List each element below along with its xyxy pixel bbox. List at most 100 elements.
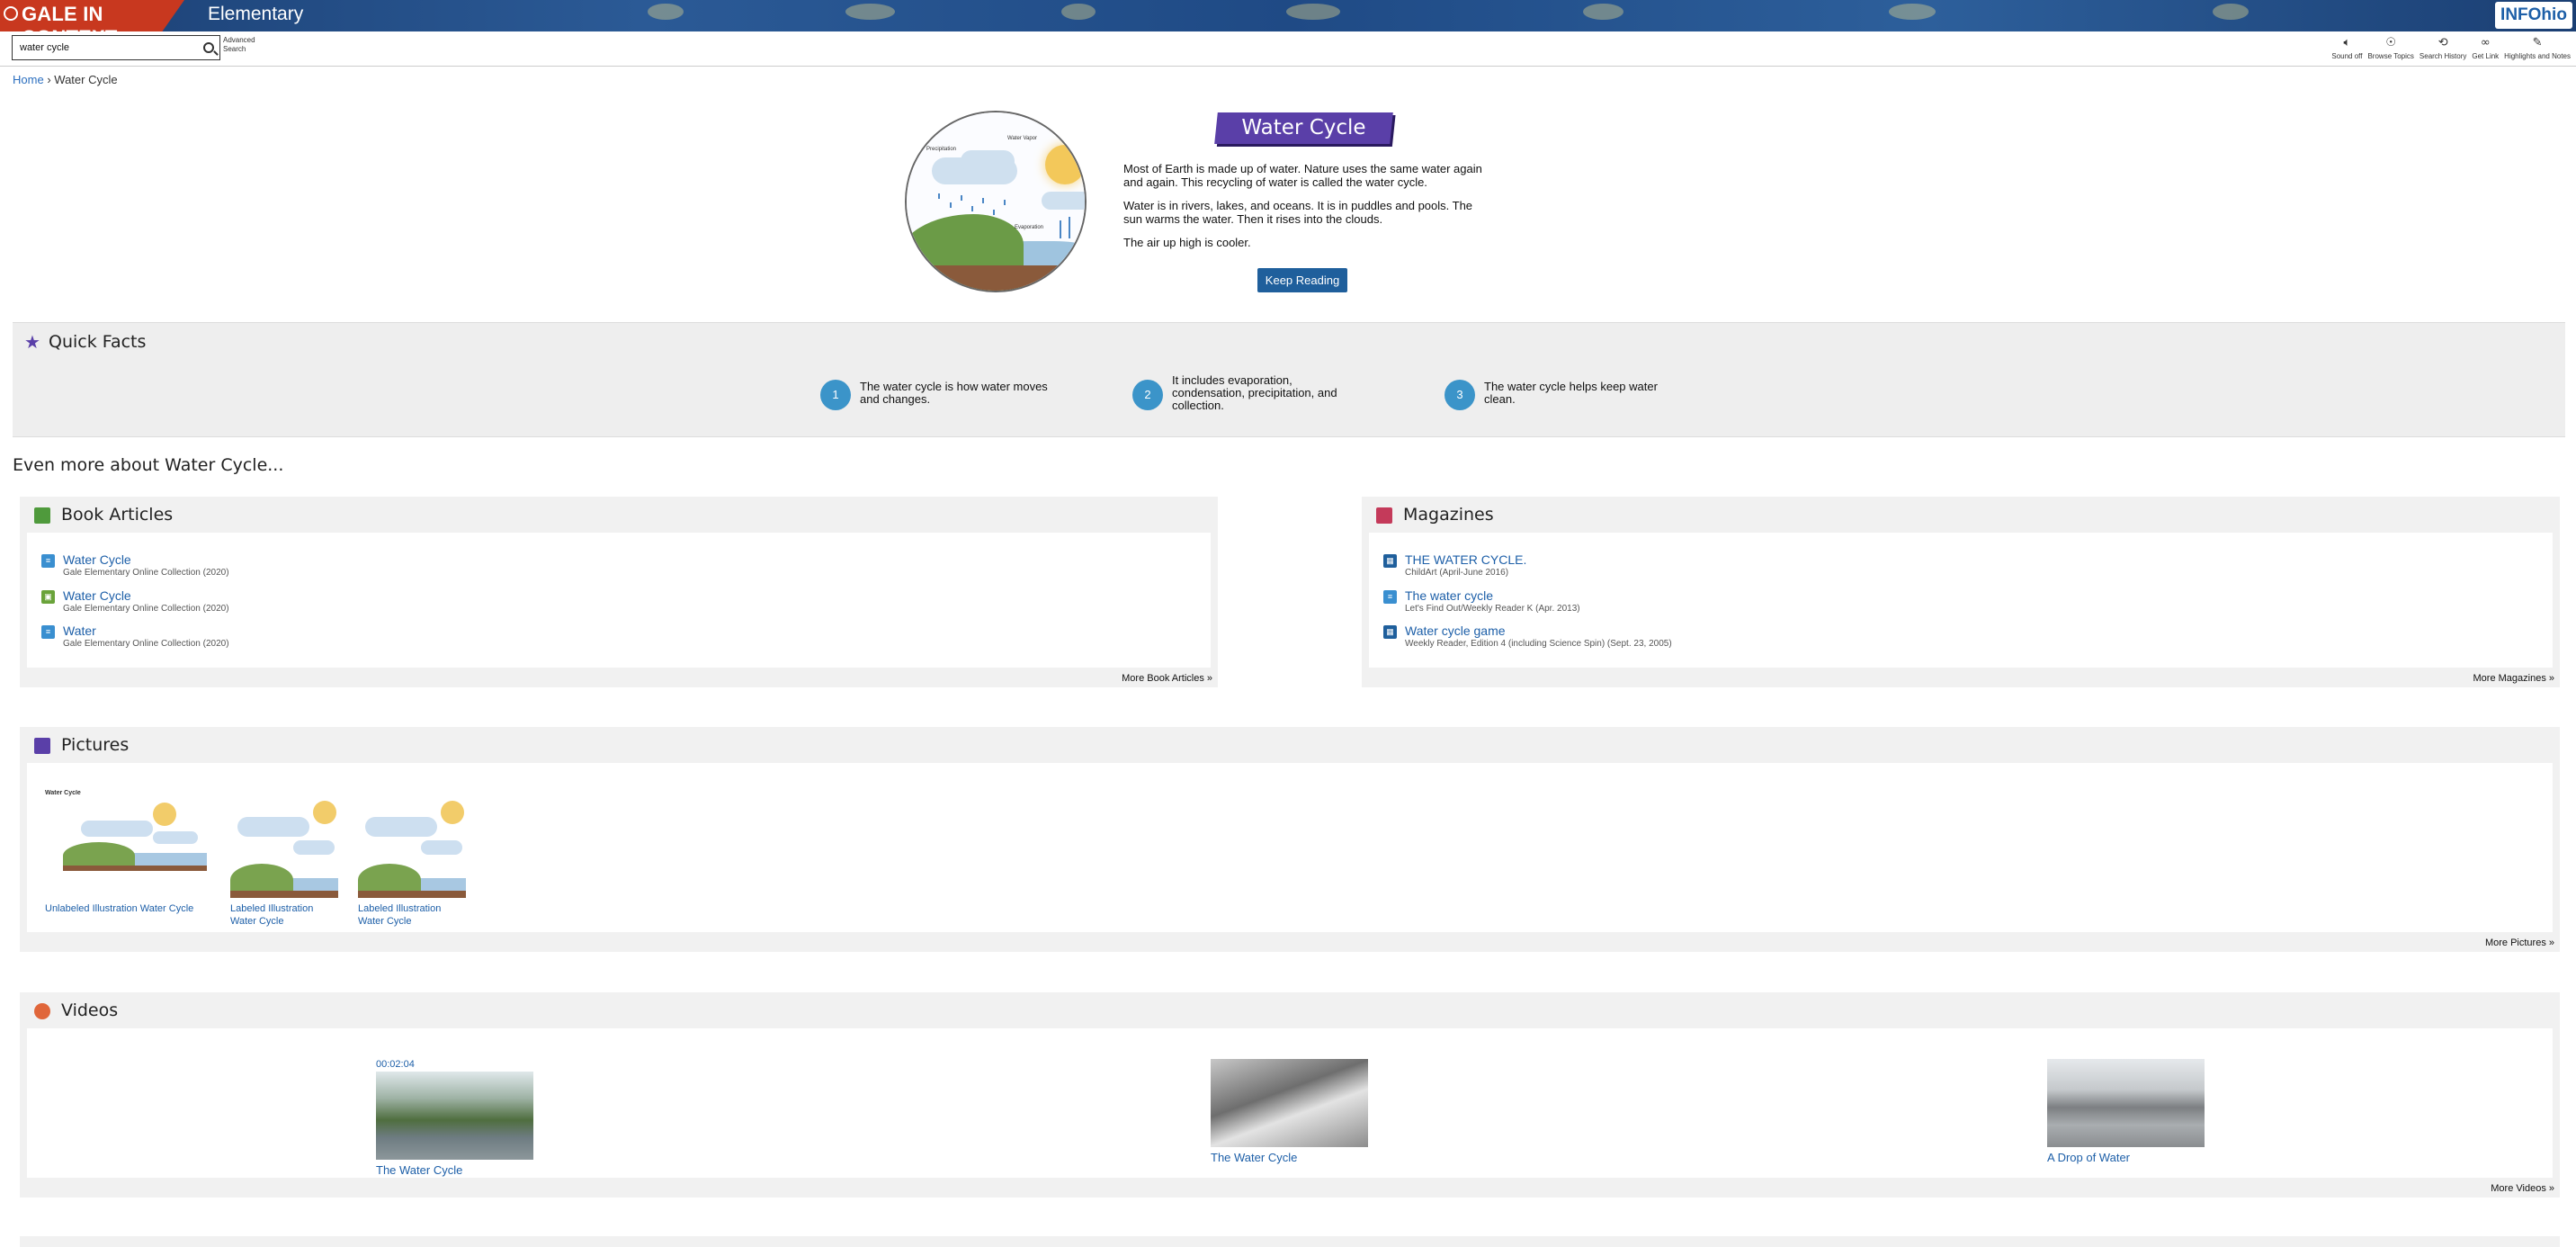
video-thumbnail[interactable] (2047, 1059, 2205, 1147)
rain-drop (971, 206, 973, 211)
fact-number: 2 (1132, 380, 1163, 410)
picture-caption-link[interactable]: Labeled Illustration Water Cycle (358, 902, 448, 928)
soil-layer (907, 265, 1085, 291)
article-icon: ≡ (41, 554, 55, 568)
video-thumbnail[interactable] (1211, 1059, 1368, 1147)
evaporation-arrow (1069, 217, 1070, 238)
water-cycle-illustration: Precipitation Water Vapor Evaporation (905, 111, 1087, 292)
brand-name: GALE IN CONTEXT (22, 3, 117, 31)
picture-thumbnail[interactable] (230, 801, 338, 898)
more-magazines-link[interactable]: More Magazines » (2473, 673, 2555, 684)
panel-title: Videos (61, 1000, 119, 1020)
partner-logo[interactable]: INFOhio (2495, 2, 2572, 29)
search-icon[interactable] (203, 42, 214, 53)
cloud-shape (1042, 192, 1085, 210)
magazine-link[interactable]: The water cycle (1405, 588, 1493, 603)
cloud-shape (365, 817, 437, 837)
breadcrumb-separator: › (47, 73, 51, 86)
fact-text: It includes evaporation, condensation, p… (1172, 373, 1337, 412)
brand-logo[interactable]: GALE IN CONTEXT (0, 0, 184, 31)
summary-paragraph: The air up high is cooler. (1123, 236, 1251, 249)
toolbar: Advanced Search 🔈︎ Sound off ☉ Browse To… (0, 31, 2576, 67)
quick-facts-section: ★ Quick Facts 1 The water cycle is how w… (13, 322, 2565, 437)
article-link[interactable]: Water Cycle (63, 552, 131, 567)
breadcrumb-home[interactable]: Home (13, 73, 44, 86)
video-title-link[interactable]: The Water Cycle (376, 1163, 462, 1177)
header-decoration (1061, 4, 1096, 20)
quick-fact-item: 2 It includes evaporation, condensation,… (1132, 374, 1352, 412)
highlights-notes-button[interactable]: ✎ Highlights and Notes (2504, 34, 2571, 60)
magazine-source: ChildArt (April-June 2016) (1405, 568, 1509, 578)
evaporation-arrow (1060, 220, 1061, 238)
magazines-panel: Magazines ▦ THE WATER CYCLE. ChildArt (A… (1362, 497, 2560, 687)
magazine-link[interactable]: THE WATER CYCLE. (1405, 552, 1526, 567)
picture-caption-link[interactable]: Unlabeled Illustration Water Cycle (45, 902, 207, 915)
rain-drop (982, 198, 984, 203)
summary-paragraph: Most of Earth is made up of water. Natur… (1123, 162, 1482, 189)
sun-icon (441, 801, 464, 824)
summary-paragraph: Water is in rivers, lakes, and oceans. I… (1123, 199, 1473, 226)
video-title-link[interactable]: The Water Cycle (1211, 1151, 1297, 1164)
header-decoration (1889, 4, 1936, 20)
breadcrumb: Home › Water Cycle (13, 73, 118, 86)
edition-label: Elementary (208, 4, 304, 24)
get-link-button[interactable]: ∞ Get Link (2472, 34, 2499, 60)
precipitation-label: Precipitation (926, 147, 957, 152)
magazine-item-icon: ≡ (1383, 590, 1397, 604)
water-body (126, 853, 207, 866)
advanced-search-link[interactable]: Advanced Search (223, 36, 255, 54)
cloud-shape (237, 817, 309, 837)
picture-caption-link[interactable]: Labeled Illustration Water Cycle (230, 902, 320, 928)
more-pictures-link[interactable]: More Pictures » (2485, 937, 2554, 948)
magazine-source: Let's Find Out/Weekly Reader K (Apr. 201… (1405, 604, 1580, 614)
search-history-button[interactable]: ⟲ Search History (2419, 34, 2466, 60)
star-icon: ★ (24, 331, 40, 353)
history-icon: ⟲ (2437, 36, 2448, 49)
search-input[interactable] (13, 36, 192, 59)
picture-thumbnail[interactable]: Water Cycle (45, 790, 207, 871)
fact-number: 3 (1445, 380, 1475, 410)
tool-label: Sound off (2331, 52, 2363, 60)
browse-topics-button[interactable]: ☉ Browse Topics (2367, 34, 2413, 60)
article-link[interactable]: Water (63, 624, 96, 638)
panel-title: Pictures (61, 735, 130, 755)
panel-title: Book Articles (61, 505, 174, 525)
thumbnail-heading: Water Cycle (45, 790, 81, 796)
page-title: Water Cycle (1241, 116, 1366, 139)
sound-off-button[interactable]: 🔈︎ Sound off (2331, 34, 2362, 60)
tool-label: Browse Topics (2367, 52, 2414, 60)
magazine-source: Weekly Reader, Edition 4 (including Scie… (1405, 639, 1672, 649)
rain-drop (1004, 200, 1006, 205)
article-link[interactable]: Water Cycle (63, 588, 131, 603)
advanced-search-line1: Advanced (223, 36, 255, 44)
evaporation-label: Evaporation (1015, 225, 1044, 230)
tool-label: Search History (2419, 52, 2467, 60)
picture-thumbnail[interactable] (358, 801, 466, 898)
more-videos-link[interactable]: More Videos » (2491, 1183, 2554, 1194)
keep-reading-button[interactable]: Keep Reading (1257, 268, 1347, 292)
header-decoration (1583, 4, 1623, 20)
sun-icon (313, 801, 336, 824)
pictures-panel: Pictures Water Cycle Unlabeled Illustrat… (20, 727, 2560, 952)
more-book-articles-link[interactable]: More Book Articles » (1122, 673, 1212, 684)
soil-layer (63, 866, 207, 871)
magazine-item-icon: ▦ (1383, 554, 1397, 568)
search-box (12, 35, 220, 60)
panel-body: Water Cycle Unlabeled Illustration Water… (27, 763, 2553, 932)
panel-body: ≡ Water Cycle Gale Elementary Online Col… (27, 533, 1211, 668)
rain-drop (993, 210, 995, 215)
magazine-icon (1376, 507, 1392, 524)
cloud-shape (421, 840, 462, 855)
rain-drop (938, 193, 940, 199)
fact-text: The water cycle is how water moves and c… (860, 380, 1048, 406)
cloud-shape (293, 840, 335, 855)
link-icon: ∞ (2480, 36, 2491, 49)
panel-body: ▦ THE WATER CYCLE. ChildArt (April-June … (1369, 533, 2553, 668)
magazine-link[interactable]: Water cycle game (1405, 624, 1506, 638)
video-thumbnail[interactable] (376, 1072, 533, 1160)
tool-label: Get Link (2472, 52, 2500, 60)
site-header: GALE IN CONTEXT Elementary INFOhio (0, 0, 2576, 31)
video-title-link[interactable]: A Drop of Water (2047, 1151, 2130, 1164)
play-icon (34, 1003, 50, 1019)
rain-drop (950, 202, 952, 208)
